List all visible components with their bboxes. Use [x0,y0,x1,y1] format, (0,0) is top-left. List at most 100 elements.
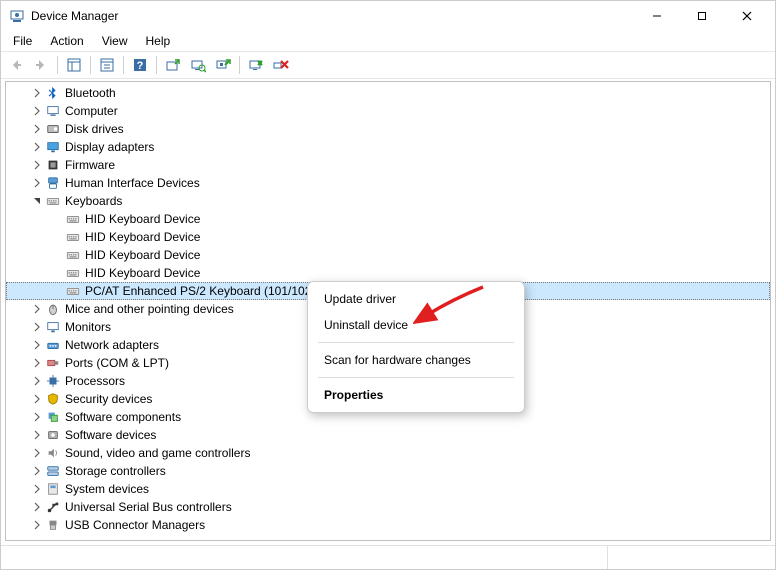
minimize-button[interactable] [634,1,680,31]
tree-item-label: Firmware [65,158,115,172]
expand-icon[interactable] [30,392,44,406]
tree-item-label: Monitors [65,320,111,334]
tree-item-label: Processors [65,374,125,388]
device-item[interactable]: HID Keyboard Device [6,228,770,246]
expand-icon[interactable] [30,464,44,478]
expand-icon[interactable] [30,158,44,172]
context-menu: Update driver Uninstall device Scan for … [307,281,525,413]
expand-icon[interactable] [30,428,44,442]
expand-icon[interactable] [30,374,44,388]
firmware-icon [45,157,61,173]
expand-icon[interactable] [30,86,44,100]
toolbar: ? [1,51,775,79]
update-driver-button[interactable] [162,54,184,76]
expand-icon[interactable] [30,140,44,154]
context-menu-properties[interactable]: Properties [308,382,524,408]
device-category[interactable]: Firmware [6,156,770,174]
expand-icon[interactable] [30,518,44,532]
display-icon [45,139,61,155]
expand-icon[interactable] [30,104,44,118]
tree-item-label: Keyboards [65,194,122,208]
back-button[interactable] [5,54,27,76]
expand-icon[interactable] [30,482,44,496]
device-category[interactable]: Universal Serial Bus controllers [6,498,770,516]
system-icon [45,481,61,497]
scan-hardware-button[interactable] [187,54,209,76]
device-category[interactable]: Display adapters [6,138,770,156]
no-expander-icon [50,248,64,262]
usbconn-icon [45,517,61,533]
menu-action[interactable]: Action [42,32,91,50]
tree-item-label: Display adapters [65,140,154,154]
tree-item-label: Sound, video and game controllers [65,446,250,460]
show-hide-console-tree-button[interactable] [63,54,85,76]
expand-icon[interactable] [30,302,44,316]
expand-icon[interactable] [30,446,44,460]
tree-item-label: Bluetooth [65,86,116,100]
collapse-icon[interactable] [30,194,44,208]
expand-icon[interactable] [30,338,44,352]
context-menu-separator [318,377,514,378]
disable-device-button[interactable] [245,54,267,76]
cpu-icon [45,373,61,389]
device-category[interactable]: System devices [6,480,770,498]
expand-icon[interactable] [30,356,44,370]
monitor-icon [45,319,61,335]
menu-help[interactable]: Help [138,32,179,50]
tree-item-label: USB Connector Managers [65,518,205,532]
context-menu-update-driver[interactable]: Update driver [308,286,524,312]
tree-item-label: System devices [65,482,149,496]
no-expander-icon [50,212,64,226]
close-button[interactable] [724,1,770,31]
uninstall-device-button[interactable] [270,54,292,76]
context-menu-scan-hardware[interactable]: Scan for hardware changes [308,347,524,373]
tree-item-label: HID Keyboard Device [85,212,200,226]
tree-item-label: Disk drives [65,122,124,136]
tree-item-label: PC/AT Enhanced PS/2 Keyboard (101/102-Ke… [85,284,340,298]
app-icon [9,8,25,24]
tree-item-label: Security devices [65,392,152,406]
network-icon [45,337,61,353]
device-category[interactable]: Bluetooth [6,84,770,102]
menu-file[interactable]: File [5,32,40,50]
maximize-button[interactable] [679,1,725,31]
device-item[interactable]: HID Keyboard Device [6,246,770,264]
enable-device-button[interactable] [212,54,234,76]
tree-item-label: Storage controllers [65,464,166,478]
forward-button[interactable] [30,54,52,76]
tree-item-label: Network adapters [65,338,159,352]
window-title: Device Manager [31,9,118,23]
properties-button[interactable] [96,54,118,76]
help-button[interactable]: ? [129,54,151,76]
menu-bar: File Action View Help [1,31,775,51]
device-category[interactable]: Computer [6,102,770,120]
mouse-icon [45,301,61,317]
expand-icon[interactable] [30,410,44,424]
context-menu-uninstall-device[interactable]: Uninstall device [308,312,524,338]
device-item[interactable]: HID Keyboard Device [6,264,770,282]
menu-view[interactable]: View [94,32,136,50]
expand-icon[interactable] [30,176,44,190]
expand-icon[interactable] [30,500,44,514]
context-menu-separator [318,342,514,343]
tree-item-label: Mice and other pointing devices [65,302,234,316]
expand-icon[interactable] [30,122,44,136]
keyboard-icon [65,211,81,227]
disk-icon [45,121,61,137]
device-category[interactable]: Software devices [6,426,770,444]
device-category[interactable]: Disk drives [6,120,770,138]
device-category[interactable]: Keyboards [6,192,770,210]
device-item[interactable]: HID Keyboard Device [6,210,770,228]
hid-icon [45,175,61,191]
expand-icon[interactable] [30,320,44,334]
device-category[interactable]: Storage controllers [6,462,770,480]
status-pane-2 [608,546,775,569]
usb-icon [45,499,61,515]
device-category[interactable]: USB Connector Managers [6,516,770,534]
no-expander-icon [50,230,64,244]
no-expander-icon [50,266,64,280]
device-category[interactable]: Sound, video and game controllers [6,444,770,462]
tree-item-label: Software devices [65,428,156,442]
bluetooth-icon [45,85,61,101]
device-category[interactable]: Human Interface Devices [6,174,770,192]
